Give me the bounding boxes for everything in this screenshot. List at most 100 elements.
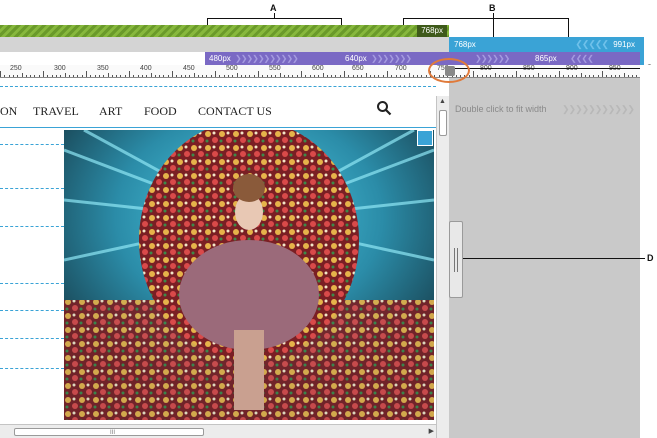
callout-b-bracket-top xyxy=(403,18,569,19)
ruler-tick xyxy=(98,75,100,77)
ruler-tick xyxy=(490,75,492,77)
ruler-tick xyxy=(391,75,393,77)
nav-item-travel[interactable]: TRAVEL xyxy=(33,104,79,119)
ruler-tick xyxy=(90,75,92,77)
nav-item-food[interactable]: FOOD xyxy=(144,104,177,119)
guide-line xyxy=(0,188,64,189)
ruler-tick xyxy=(68,75,70,77)
vertical-scroll-thumb[interactable] xyxy=(439,110,447,136)
chevrons-icon: ❮❮❮❮❮ xyxy=(575,39,609,49)
ruler-tick xyxy=(202,75,204,77)
scroll-right-icon[interactable]: ▶ xyxy=(429,427,434,435)
media-query-track xyxy=(0,37,449,52)
ruler-tick xyxy=(12,75,14,77)
ruler-tick xyxy=(30,75,32,77)
ruler-tick xyxy=(172,71,173,77)
nav-item[interactable]: ON xyxy=(0,104,17,119)
ruler-tick xyxy=(184,75,186,77)
tablet-start-label: 768px xyxy=(454,40,476,49)
chevrons-icon: ❮❮❮❮ xyxy=(570,54,594,63)
site-nav: ON TRAVEL ART FOOD CONTACT US xyxy=(0,92,436,128)
ruler-tick xyxy=(313,75,315,77)
vertical-scrollbar[interactable]: ▲ xyxy=(436,96,449,438)
horizontal-scrollbar[interactable]: III ▶ xyxy=(0,424,436,438)
ruler-tick xyxy=(326,75,328,77)
ruler-tick xyxy=(51,75,53,77)
ruler-tick xyxy=(232,75,234,77)
phone-media-query-bar[interactable]: 480px ❯❯❯❯❯❯❯❯❯❯❯ 640px ❯❯❯❯❯❯❯ ❯❯❯❯❯❯ 8… xyxy=(205,52,640,65)
scroll-grip: III xyxy=(110,430,116,436)
callout-c-line xyxy=(455,68,642,69)
ruler-tick xyxy=(240,75,242,77)
responsive-layout-icon[interactable] xyxy=(417,130,433,146)
guide-line xyxy=(0,226,64,227)
ruler-tick xyxy=(498,75,500,77)
ruler-tick xyxy=(563,75,565,77)
pixel-ruler[interactable]: 250 300 350 400 450 500 550 600 650 700 … xyxy=(0,65,640,78)
chevrons-icon: ❯❯❯❯❯❯❯❯❯❯❯ xyxy=(235,54,299,63)
ruler-resize-handle[interactable] xyxy=(445,66,455,76)
ruler-tick xyxy=(365,73,367,77)
ruler-tick xyxy=(425,75,427,77)
ruler-tick xyxy=(215,71,216,77)
search-icon[interactable] xyxy=(376,100,392,116)
viewport-resize-handle[interactable] xyxy=(449,221,463,298)
ruler-tick xyxy=(524,75,526,77)
ruler-tick xyxy=(197,75,199,77)
hero-image-art xyxy=(64,130,434,420)
ruler-tick xyxy=(559,71,560,77)
ruler-tick xyxy=(623,73,625,77)
ruler-label: 250 xyxy=(10,65,22,72)
guide-line xyxy=(0,144,64,145)
ruler-tick xyxy=(322,73,324,77)
ruler-tick xyxy=(227,75,229,77)
ruler-tick xyxy=(120,75,122,77)
callout-d-label: D xyxy=(647,253,654,263)
ruler-tick xyxy=(107,73,109,77)
ruler-tick xyxy=(520,75,522,77)
ruler-tick xyxy=(528,75,530,77)
bar-edge xyxy=(640,37,644,65)
ruler-tick xyxy=(636,75,638,77)
ruler-tick xyxy=(580,73,582,77)
ruler-tick xyxy=(619,75,621,77)
ruler-tick xyxy=(399,75,401,77)
chevrons-icon: ❯❯❯❯❯❯❯ xyxy=(371,54,412,63)
ruler-tick xyxy=(507,75,509,77)
ruler-tick xyxy=(503,75,505,77)
fit-width-hint: Double click to fit width xyxy=(455,104,547,114)
ruler-tick xyxy=(180,75,182,77)
ruler-label: 700 xyxy=(395,65,407,72)
ruler-tick xyxy=(0,71,1,77)
tablet-media-query-bar[interactable]: 768px ❮❮❮❮❮ 991px xyxy=(449,37,640,52)
callout-a-label: A xyxy=(270,3,277,13)
nav-item-art[interactable]: ART xyxy=(99,104,122,119)
ruler-tick xyxy=(141,75,143,77)
scroll-up-icon[interactable]: ▲ xyxy=(439,98,446,105)
ruler-tick xyxy=(567,75,569,77)
ruler-tick xyxy=(116,75,118,77)
ruler-tick xyxy=(86,71,87,77)
grip-line xyxy=(457,248,458,272)
ruler-tick xyxy=(47,75,49,77)
live-view-page[interactable]: ON TRAVEL ART FOOD CONTACT US ▲ III ▶ xyxy=(0,78,449,438)
ruler-tick xyxy=(270,75,272,77)
ruler-label: 400 xyxy=(140,65,152,72)
ruler-label: 550 xyxy=(269,65,281,72)
ruler-tick xyxy=(111,75,113,77)
ruler-tick xyxy=(468,75,470,77)
ruler-tick xyxy=(404,75,406,77)
max-width-media-query-bar[interactable]: 768px xyxy=(0,25,449,37)
ruler-tick xyxy=(352,75,354,77)
ruler-tick xyxy=(94,75,96,77)
guide-line xyxy=(0,338,64,339)
ruler-tick xyxy=(258,71,259,77)
nav-item-contact[interactable]: CONTACT US xyxy=(198,104,272,119)
horizontal-scroll-thumb[interactable]: III xyxy=(14,428,204,436)
tablet-end-label: 991px xyxy=(613,40,635,49)
ruler-tick xyxy=(632,75,634,77)
ruler-tick xyxy=(481,75,483,77)
ruler-tick xyxy=(210,75,212,77)
ruler-tick xyxy=(34,75,36,77)
ruler-tick xyxy=(288,75,290,77)
